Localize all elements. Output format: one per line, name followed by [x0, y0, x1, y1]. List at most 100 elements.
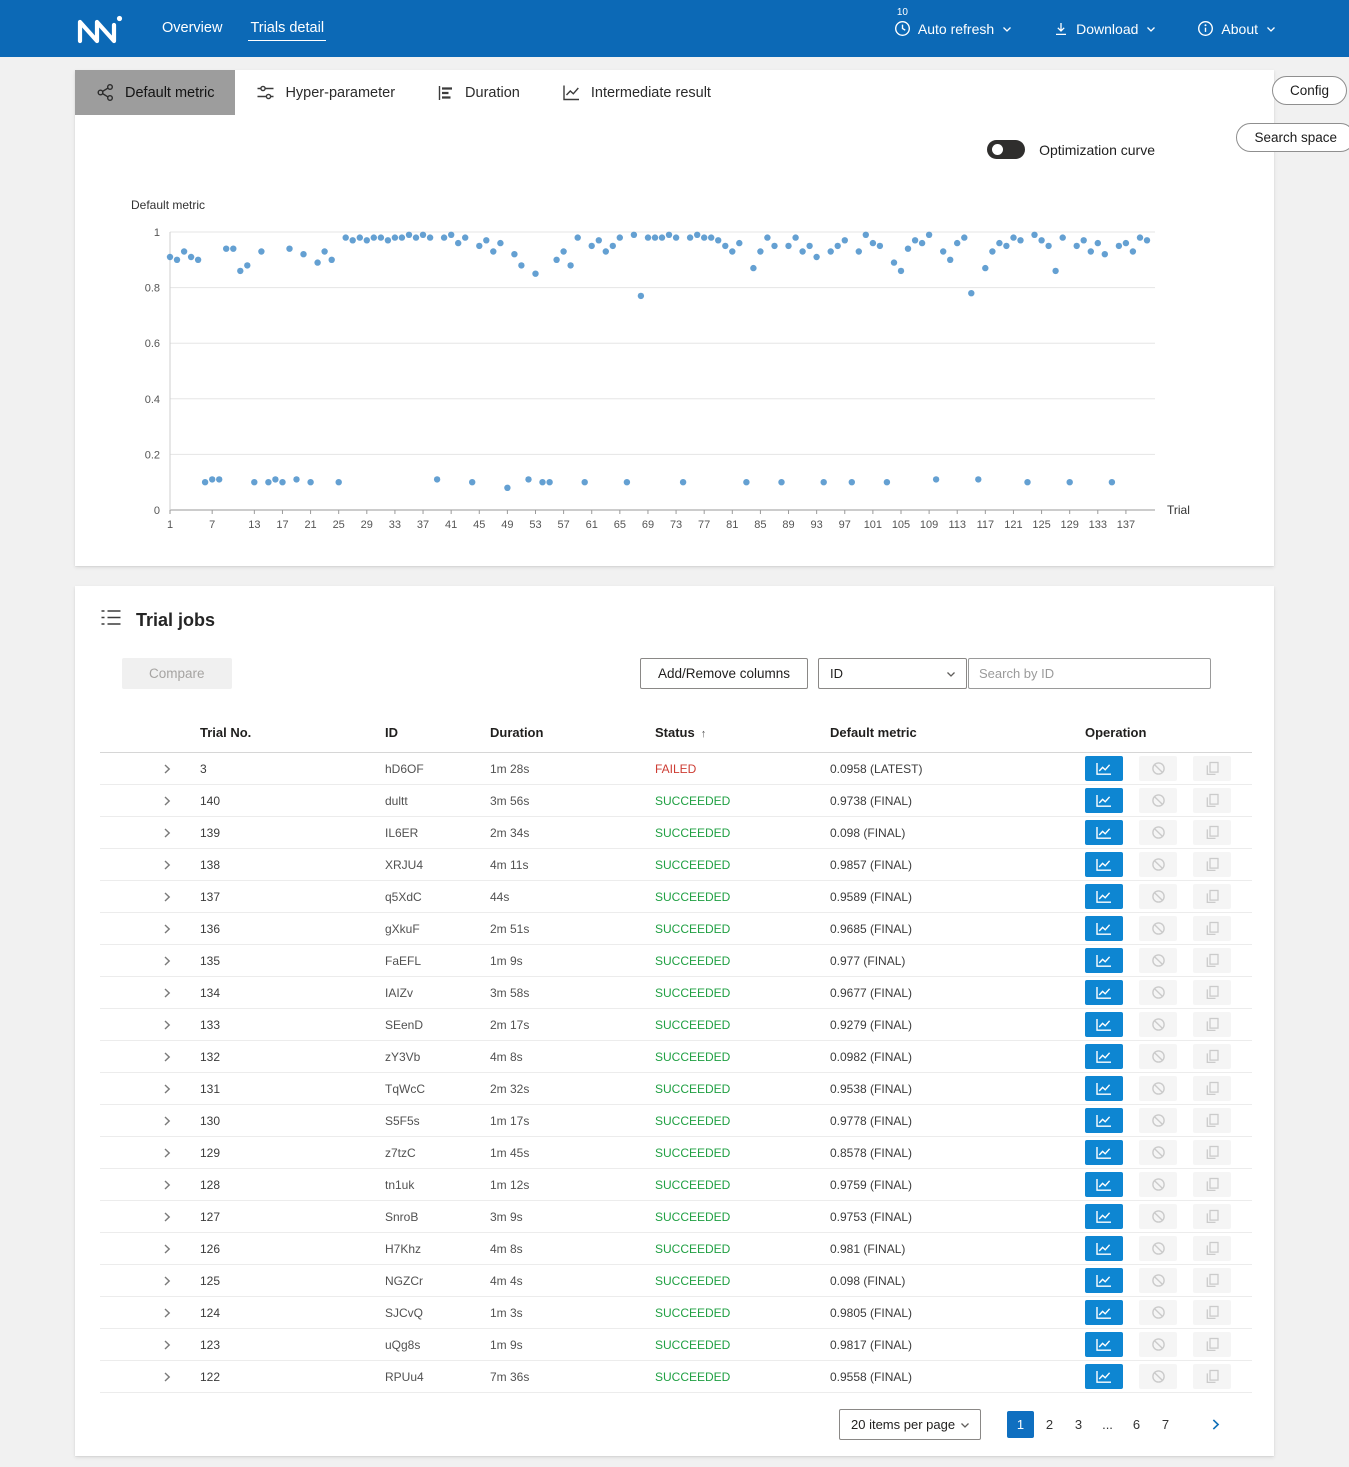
row-expand-chevron[interactable]	[100, 923, 200, 935]
scatter-point[interactable]	[1060, 234, 1066, 240]
scatter-point[interactable]	[336, 479, 342, 485]
scatter-point[interactable]	[1123, 240, 1129, 246]
scatter-point[interactable]	[1010, 234, 1016, 240]
kill-trial-button[interactable]	[1139, 1204, 1177, 1229]
scatter-point[interactable]	[799, 248, 805, 254]
kill-trial-button[interactable]	[1139, 1332, 1177, 1357]
scatter-point[interactable]	[244, 262, 250, 268]
scatter-point[interactable]	[399, 234, 405, 240]
scatter-point[interactable]	[230, 246, 236, 252]
scatter-point[interactable]	[715, 237, 721, 243]
kill-trial-button[interactable]	[1139, 1236, 1177, 1261]
scatter-point[interactable]	[546, 479, 552, 485]
scatter-point[interactable]	[863, 232, 869, 238]
scatter-point[interactable]	[539, 479, 545, 485]
copy-trial-button[interactable]	[1193, 1108, 1231, 1133]
copy-trial-button[interactable]	[1193, 1364, 1231, 1389]
copy-trial-button[interactable]	[1193, 948, 1231, 973]
nav-trials-detail[interactable]: Trials detail	[248, 16, 326, 41]
scatter-point[interactable]	[785, 243, 791, 249]
scatter-point[interactable]	[483, 237, 489, 243]
scatter-point[interactable]	[582, 479, 588, 485]
show-intermediate-button[interactable]	[1085, 1012, 1123, 1037]
scatter-point[interactable]	[652, 234, 658, 240]
show-intermediate-button[interactable]	[1085, 1140, 1123, 1165]
next-page-button[interactable]	[1209, 1418, 1222, 1431]
kill-trial-button[interactable]	[1139, 1172, 1177, 1197]
download-menu[interactable]: Download	[1053, 21, 1157, 37]
scatter-point[interactable]	[567, 262, 573, 268]
scatter-point[interactable]	[181, 248, 187, 254]
scatter-point[interactable]	[1045, 243, 1051, 249]
scatter-point[interactable]	[392, 234, 398, 240]
scatter-point[interactable]	[371, 234, 377, 240]
scatter-point[interactable]	[195, 257, 201, 263]
scatter-point[interactable]	[455, 240, 461, 246]
kill-trial-button[interactable]	[1139, 1076, 1177, 1101]
copy-trial-button[interactable]	[1193, 1044, 1231, 1069]
row-expand-chevron[interactable]	[100, 859, 200, 871]
scatter-point[interactable]	[1102, 251, 1108, 257]
scatter-point[interactable]	[167, 254, 173, 260]
copy-trial-button[interactable]	[1193, 980, 1231, 1005]
show-intermediate-button[interactable]	[1085, 852, 1123, 877]
scatter-point[interactable]	[982, 265, 988, 271]
scatter-point[interactable]	[406, 232, 412, 238]
kill-trial-button[interactable]	[1139, 1140, 1177, 1165]
scatter-point[interactable]	[778, 479, 784, 485]
scatter-point[interactable]	[1031, 232, 1037, 238]
scatter-point[interactable]	[258, 248, 264, 254]
scatter-point[interactable]	[947, 257, 953, 263]
scatter-point[interactable]	[905, 246, 911, 252]
scatter-point[interactable]	[912, 237, 918, 243]
scatter-point[interactable]	[560, 248, 566, 254]
column-header-id[interactable]: ID	[385, 725, 490, 740]
kill-trial-button[interactable]	[1139, 788, 1177, 813]
kill-trial-button[interactable]	[1139, 980, 1177, 1005]
show-intermediate-button[interactable]	[1085, 1204, 1123, 1229]
kill-trial-button[interactable]	[1139, 948, 1177, 973]
row-expand-chevron[interactable]	[100, 1307, 200, 1319]
copy-trial-button[interactable]	[1193, 852, 1231, 877]
scatter-point[interactable]	[209, 476, 215, 482]
copy-trial-button[interactable]	[1193, 788, 1231, 813]
scatter-point[interactable]	[596, 237, 602, 243]
tab-intermediate-result[interactable]: Intermediate result	[541, 70, 732, 115]
items-per-page-select[interactable]: 20 items per page	[839, 1409, 981, 1440]
scatter-point[interactable]	[286, 246, 292, 252]
scatter-point[interactable]	[729, 248, 735, 254]
scatter-point[interactable]	[870, 240, 876, 246]
scatter-point[interactable]	[1003, 243, 1009, 249]
row-expand-chevron[interactable]	[100, 987, 200, 999]
show-intermediate-button[interactable]	[1085, 1076, 1123, 1101]
row-expand-chevron[interactable]	[100, 1371, 200, 1383]
scatter-point[interactable]	[891, 259, 897, 265]
scatter-point[interactable]	[821, 479, 827, 485]
scatter-point[interactable]	[321, 248, 327, 254]
scatter-point[interactable]	[624, 479, 630, 485]
row-expand-chevron[interactable]	[100, 1339, 200, 1351]
page-button-6[interactable]: 6	[1123, 1411, 1150, 1438]
column-header-default-metric[interactable]: Default metric	[830, 725, 1085, 740]
show-intermediate-button[interactable]	[1085, 1044, 1123, 1069]
scatter-point[interactable]	[961, 234, 967, 240]
about-menu[interactable]: About	[1197, 20, 1277, 37]
tab-default-metric[interactable]: Default metric	[75, 70, 235, 115]
show-intermediate-button[interactable]	[1085, 1236, 1123, 1261]
kill-trial-button[interactable]	[1139, 852, 1177, 877]
scatter-point[interactable]	[188, 254, 194, 260]
scatter-point[interactable]	[849, 479, 855, 485]
row-expand-chevron[interactable]	[100, 1147, 200, 1159]
scatter-point[interactable]	[329, 257, 335, 263]
scatter-point[interactable]	[975, 476, 981, 482]
kill-trial-button[interactable]	[1139, 820, 1177, 845]
show-intermediate-button[interactable]	[1085, 916, 1123, 941]
scatter-point[interactable]	[694, 232, 700, 238]
row-expand-chevron[interactable]	[100, 1211, 200, 1223]
scatter-point[interactable]	[504, 485, 510, 491]
scatter-point[interactable]	[511, 251, 517, 257]
scatter-point[interactable]	[364, 237, 370, 243]
scatter-point[interactable]	[174, 257, 180, 263]
page-button-1[interactable]: 1	[1007, 1411, 1034, 1438]
show-intermediate-button[interactable]	[1085, 756, 1123, 781]
